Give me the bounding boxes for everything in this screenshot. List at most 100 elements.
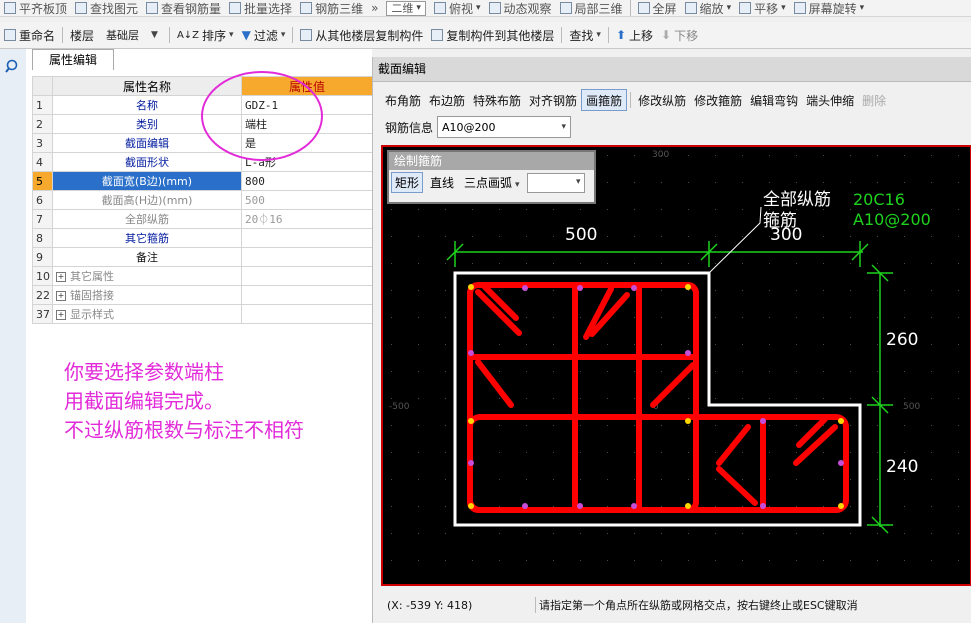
- tool-find-element[interactable]: 查找图元: [71, 1, 142, 16]
- table-row[interactable]: 9 备注: [32, 247, 373, 267]
- tool-rotate-screen[interactable]: 屏幕旋转 ▾: [790, 1, 869, 16]
- grid-dot: [607, 236, 608, 237]
- grid-dot: [931, 560, 932, 561]
- modify-long-bars-button[interactable]: 修改纵筋: [634, 90, 690, 110]
- grid-dot: [526, 560, 527, 561]
- grid-dot: [607, 560, 608, 561]
- toolbar-overflow[interactable]: »: [367, 1, 382, 15]
- grid-dot: [904, 398, 905, 399]
- grid-dot: [634, 155, 635, 156]
- grid-dot: [418, 371, 419, 372]
- draw-arc-button[interactable]: 三点画弧 ▾: [461, 173, 523, 192]
- floor-select[interactable]: 基础层 ▼: [98, 25, 166, 45]
- grid-dot: [769, 344, 770, 345]
- tool-rebar-3d[interactable]: 钢筋三维: [296, 1, 367, 16]
- grid-dot: [634, 533, 635, 534]
- prop-value[interactable]: [241, 247, 373, 267]
- grid-dot: [823, 479, 824, 480]
- tool-orbit[interactable]: 动态观察: [485, 1, 556, 16]
- tab-property-edit[interactable]: 属性编辑: [32, 49, 114, 70]
- grid-dot: [958, 317, 959, 318]
- grid-dot: [904, 317, 905, 318]
- copy-from-floor-button[interactable]: 从其他楼层复制构件: [296, 25, 427, 45]
- prop-value[interactable]: 20⏀16: [241, 209, 373, 229]
- grid-dot: [391, 560, 392, 561]
- grid-dot: [499, 452, 500, 453]
- grid-dot: [526, 479, 527, 480]
- grid-dot: [769, 398, 770, 399]
- modify-stirrup-button[interactable]: 修改箍筋: [690, 90, 746, 110]
- tool-fullscreen[interactable]: 全屏: [634, 1, 681, 16]
- table-row-group[interactable]: 10 + 其它属性: [32, 266, 373, 286]
- draw-rect-button[interactable]: 矩形: [391, 172, 424, 193]
- tool-batch-select[interactable]: 批量选择: [225, 1, 296, 16]
- grid-dot: [823, 533, 824, 534]
- hook: [475, 359, 514, 408]
- table-row-selected[interactable]: 5 截面宽(B边)(mm) 800: [32, 171, 373, 191]
- prop-value[interactable]: 500: [241, 190, 373, 210]
- draw-line-button[interactable]: 直线: [427, 173, 457, 192]
- stirrup-spec-select[interactable]: ▾: [526, 172, 585, 193]
- tool-zoom[interactable]: 缩放 ▾: [681, 1, 736, 16]
- search-icon[interactable]: [5, 59, 21, 75]
- place-edge-bars-button[interactable]: 布边筋: [425, 90, 469, 110]
- edit-hook-button[interactable]: 编辑弯钩: [746, 90, 802, 110]
- delete-button[interactable]: 删除: [858, 90, 890, 110]
- grid-dot: [769, 317, 770, 318]
- grid-dot: [796, 533, 797, 534]
- end-extend-button[interactable]: 端头伸缩: [802, 90, 858, 110]
- table-row-group[interactable]: 37 + 显示样式: [32, 304, 373, 324]
- grid-dot: [931, 155, 932, 156]
- align-bars-button[interactable]: 对齐钢筋: [525, 90, 581, 110]
- grid-dot: [904, 236, 905, 237]
- move-down-button[interactable]: ⬇ 下移: [657, 25, 702, 45]
- prop-group[interactable]: + 其它属性: [52, 266, 242, 286]
- draw-stirrup-button[interactable]: 画箍筋: [581, 89, 628, 111]
- table-row[interactable]: 7 全部纵筋 20⏀16: [32, 209, 373, 229]
- rebar-info-select[interactable]: A10@200 ▾: [437, 116, 572, 138]
- tool-local-3d[interactable]: 局部三维: [556, 1, 627, 16]
- table-row[interactable]: 8 其它箍筋: [32, 228, 373, 248]
- grid-dot: [634, 263, 635, 264]
- prop-value: [241, 285, 373, 305]
- special-bars-button[interactable]: 特殊布筋: [469, 90, 525, 110]
- prop-value[interactable]: [241, 228, 373, 248]
- move-up-button[interactable]: ⬆ 上移: [612, 25, 657, 45]
- expand-icon[interactable]: +: [56, 310, 66, 320]
- grid-dot: [958, 263, 959, 264]
- section-canvas[interactable]: 300 -500 500 0 500 300 260 240 全部纵筋 箍筋 2…: [381, 145, 971, 586]
- prop-group[interactable]: + 显示样式: [52, 304, 242, 324]
- tool-align-slab-top[interactable]: 平齐板顶: [0, 1, 71, 16]
- view-mode-select[interactable]: 二维 ▾: [382, 0, 430, 16]
- grid-dot: [607, 452, 608, 453]
- filter-button[interactable]: ▼ 过滤 ▾: [238, 25, 290, 45]
- grid-dot: [445, 560, 446, 561]
- tool-top-view[interactable]: 俯视 ▾: [430, 1, 485, 16]
- value-stirrup: A10@200: [853, 210, 931, 229]
- grid-dot: [742, 155, 743, 156]
- expand-icon[interactable]: +: [56, 291, 66, 301]
- grid-dot: [418, 290, 419, 291]
- sort-button[interactable]: A↓Z 排序 ▾: [173, 25, 238, 45]
- find-button[interactable]: 查找 ▾: [565, 25, 605, 45]
- section-drawing[interactable]: 300 -500 500 0 500 300 260 240 全部纵筋 箍筋 2…: [383, 147, 970, 584]
- grid-dot: [499, 560, 500, 561]
- copy-to-floor-button[interactable]: 复制构件到其他楼层: [427, 25, 558, 45]
- place-corner-bars-button[interactable]: 布角筋: [381, 90, 425, 110]
- tool-view-rebar-qty[interactable]: 查看钢筋量: [142, 1, 225, 16]
- expand-icon[interactable]: +: [56, 272, 66, 282]
- prop-name: 截面高(H边)(mm): [52, 190, 242, 210]
- grid-dot: [499, 209, 500, 210]
- grid-dot: [553, 452, 554, 453]
- grid-dot: [823, 155, 824, 156]
- prop-value[interactable]: 800: [241, 171, 373, 191]
- arrow-down-icon: ⬇: [661, 28, 672, 42]
- tool-pan[interactable]: 平移 ▾: [735, 1, 790, 16]
- prop-group[interactable]: + 锚固搭接: [52, 285, 242, 305]
- rename-button[interactable]: 重命名: [0, 25, 59, 45]
- grid-dot: [391, 236, 392, 237]
- table-row[interactable]: 6 截面高(H边)(mm) 500: [32, 190, 373, 210]
- grid-dot: [904, 425, 905, 426]
- table-row-group[interactable]: 22 + 锚固搭接: [32, 285, 373, 305]
- stirrups: [467, 282, 849, 513]
